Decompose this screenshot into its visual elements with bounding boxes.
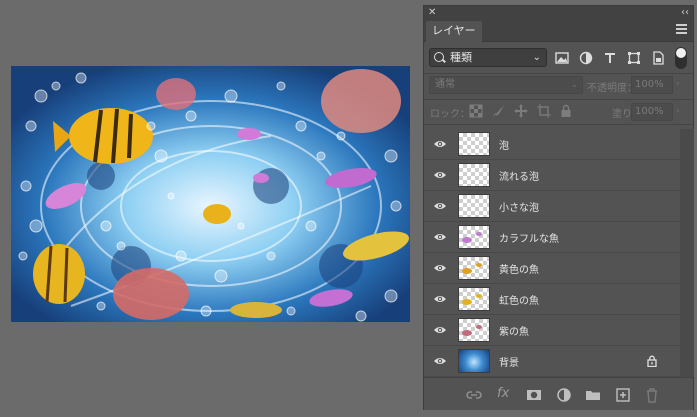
new-layer-icon[interactable] (615, 387, 631, 403)
link-layers-icon[interactable] (466, 387, 482, 403)
layer-row[interactable]: 紫の魚 (424, 315, 680, 346)
visibility-eye-icon[interactable] (433, 139, 447, 149)
lock-artboard-icon[interactable] (537, 104, 551, 118)
collapse-panel-icon[interactable]: ‹‹ (681, 6, 689, 19)
layer-list: 泡流れる泡小さな泡カラフルな魚 黄色の魚虹色の魚紫の魚背景 (424, 129, 680, 377)
panel-title-bar: ✕ ‹‹ (424, 6, 693, 19)
blend-mode-select[interactable]: 通常 ⌄ (429, 76, 583, 94)
layer-thumbnail[interactable] (458, 349, 490, 373)
underwater-artwork (11, 66, 410, 322)
lock-label: ロック： (430, 109, 470, 120)
visibility-eye-icon[interactable] (433, 325, 447, 335)
layers-bottom-toolbar: fx (424, 377, 693, 410)
image-filter-icon[interactable] (555, 51, 569, 65)
close-panel-icon[interactable]: ✕ (428, 6, 436, 19)
layer-row[interactable]: 黄色の魚 (424, 253, 680, 284)
workspace: ✕ ‹‹ レイヤー 種類 ⌄ 通常 ⌄ 不透明度： 100% › ロック： 塗り… (0, 0, 697, 417)
visibility-eye-icon[interactable] (433, 263, 447, 273)
panel-menu-icon[interactable] (676, 24, 687, 34)
layer-row[interactable]: 背景 (424, 346, 680, 377)
layer-filter-row: 種類 ⌄ (424, 43, 693, 73)
layer-name[interactable]: 紫の魚 (499, 323, 529, 338)
layer-thumbnail[interactable] (458, 132, 490, 156)
divider (424, 124, 693, 125)
search-icon (434, 52, 444, 62)
lock-all-icon[interactable] (559, 104, 573, 118)
visibility-eye-icon[interactable] (433, 170, 447, 180)
layer-thumbnail[interactable] (458, 287, 490, 311)
chevron-down-icon: ⌄ (532, 52, 541, 63)
layer-row[interactable]: 小さな泡 (424, 191, 680, 222)
lock-transparent-pixels-icon[interactable] (469, 104, 483, 118)
blend-mode-value: 通常 (435, 79, 455, 90)
fx-icon[interactable]: fx (497, 386, 513, 402)
panel-tab-bar: レイヤー (424, 19, 693, 42)
layer-name[interactable]: 背景 (499, 354, 519, 369)
visibility-eye-icon[interactable] (433, 294, 447, 304)
visibility-eye-icon[interactable] (433, 232, 447, 242)
lock-image-pixels-icon[interactable] (492, 104, 506, 118)
layer-name[interactable]: 泡 (499, 137, 509, 152)
layer-thumbnail[interactable] (458, 163, 490, 187)
layer-name[interactable]: 流れる泡 (499, 168, 539, 183)
add-mask-icon[interactable] (526, 387, 542, 403)
filter-toggle[interactable] (675, 47, 687, 69)
layer-thumbnail[interactable] (458, 256, 490, 280)
tab-layers[interactable]: レイヤー (426, 21, 482, 42)
layers-panel: ✕ ‹‹ レイヤー 種類 ⌄ 通常 ⌄ 不透明度： 100% › ロック： 塗り… (423, 5, 694, 410)
chevron-down-icon: ⌄ (570, 80, 578, 90)
fill-field[interactable]: 100% (631, 103, 673, 121)
layer-name[interactable]: カラフルな魚 (499, 230, 559, 245)
layer-thumbnail[interactable] (458, 225, 490, 249)
new-group-icon[interactable] (585, 387, 601, 403)
adjustment-layer-icon[interactable] (556, 387, 572, 403)
adjustment-filter-icon[interactable] (579, 51, 593, 65)
opacity-label: 不透明度： (587, 83, 637, 94)
layer-row[interactable]: カラフルな魚 (424, 222, 680, 253)
layer-list-scrollbar[interactable] (680, 129, 694, 377)
shape-filter-icon[interactable] (627, 51, 641, 65)
lock-position-icon[interactable] (514, 104, 528, 118)
layer-name[interactable]: 黄色の魚 (499, 261, 539, 276)
filter-kind-select[interactable]: 種類 ⌄ (429, 48, 547, 67)
layer-row[interactable]: 泡 (424, 129, 680, 160)
blend-row: 通常 ⌄ 不透明度： 100% › (424, 74, 693, 96)
visibility-eye-icon[interactable] (433, 201, 447, 211)
layer-name[interactable]: 虹色の魚 (499, 292, 539, 307)
fill-chevron-icon[interactable]: › (676, 106, 680, 116)
layer-name[interactable]: 小さな泡 (499, 199, 539, 214)
layer-thumbnail[interactable] (458, 194, 490, 218)
layer-row[interactable]: 流れる泡 (424, 160, 680, 191)
type-filter-icon[interactable] (603, 51, 617, 65)
opacity-field[interactable]: 100% (631, 76, 673, 94)
smart-object-filter-icon[interactable] (651, 51, 665, 65)
filter-kind-value: 種類 (450, 51, 472, 64)
visibility-eye-icon[interactable] (433, 356, 447, 366)
document-canvas[interactable] (11, 66, 410, 322)
opacity-chevron-icon[interactable]: › (676, 79, 680, 89)
layer-thumbnail[interactable] (458, 318, 490, 342)
layer-row[interactable]: 虹色の魚 (424, 284, 680, 315)
layer-lock-icon[interactable] (646, 355, 658, 367)
lock-row: ロック： 塗り： 100% › (424, 100, 693, 124)
delete-layer-icon[interactable] (644, 387, 660, 403)
